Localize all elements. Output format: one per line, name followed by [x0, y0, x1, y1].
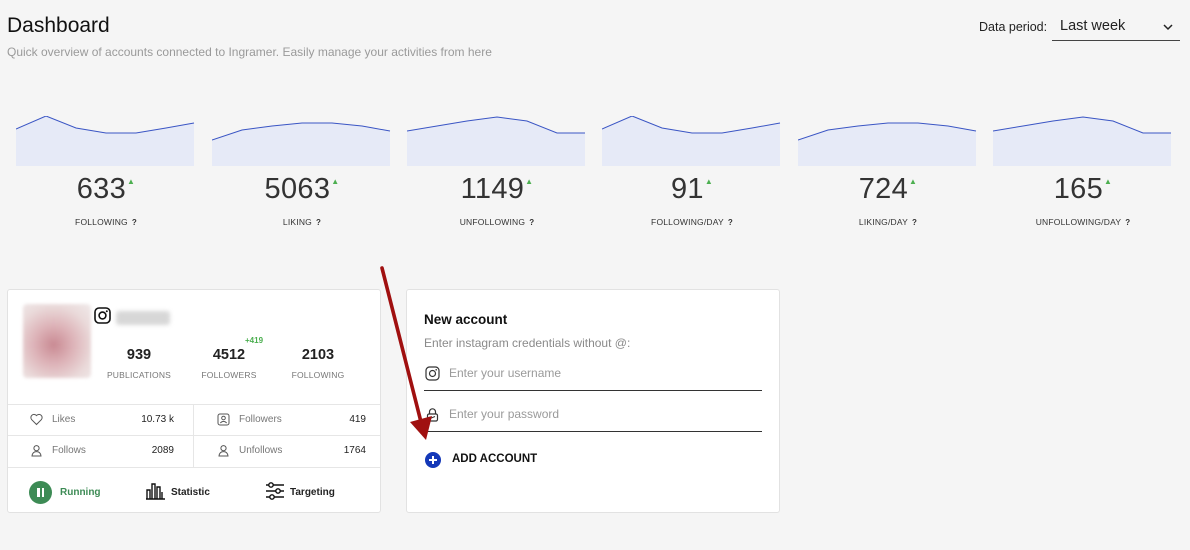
cell-value: 1764: [343, 445, 366, 456]
cell-value: 2089: [151, 445, 174, 456]
instagram-icon: [425, 366, 440, 381]
account-actions: Running Statistic Targeting: [8, 467, 380, 512]
stat-following: 633▲ FOLLOWING?: [16, 116, 196, 236]
unfollowing-day-sparkline: [993, 116, 1171, 166]
stat-cell-unfollows: Unfollows 1764: [194, 436, 380, 467]
cell-label: Likes: [52, 414, 76, 425]
cell-label: Follows: [52, 445, 86, 456]
stat-label: FOLLOWING?: [75, 217, 137, 227]
liking-day-sparkline: [798, 122, 977, 166]
stat-liking-day: 724▲ LIKING/DAY?: [798, 116, 978, 236]
stat-value: 724▲: [858, 173, 918, 205]
data-period-label: Data period:: [979, 20, 1048, 34]
data-period-select[interactable]: Last week: [1052, 14, 1180, 41]
password-field: [424, 402, 762, 432]
running-status[interactable]: Running: [60, 487, 101, 498]
trend-up-icon: ▲: [525, 177, 534, 186]
metric-value: 2103: [301, 347, 335, 363]
account-username-blurred: [116, 311, 170, 325]
stat-liking: 5063▲ LIKING?: [212, 116, 392, 236]
stat-label: UNFOLLOWING?: [459, 217, 535, 227]
lock-icon: [426, 408, 439, 422]
stat-label: LIKING/DAY?: [858, 217, 918, 227]
targeting-button[interactable]: Targeting: [290, 487, 335, 498]
cell-label: Followers: [239, 414, 282, 425]
sliders-icon[interactable]: [265, 481, 285, 501]
trend-up-icon: ▲: [1104, 177, 1113, 186]
following-day-sparkline: [602, 116, 781, 166]
trend-up-icon: ▲: [127, 177, 136, 186]
stats-row: Likes 10.73 k Followers 419: [8, 404, 380, 436]
new-account-subtitle: Enter instagram credentials without @:: [424, 336, 631, 350]
help-icon[interactable]: ?: [316, 218, 321, 227]
statistic-button[interactable]: Statistic: [171, 487, 210, 498]
help-icon[interactable]: ?: [529, 218, 534, 227]
plus-icon: [425, 452, 441, 468]
liking-sparkline: [212, 122, 391, 166]
stat-value: 633▲: [76, 173, 136, 205]
username-input[interactable]: [449, 362, 749, 384]
new-account-title: New account: [424, 312, 508, 327]
followers-delta: +419: [245, 336, 264, 345]
user-icon: [31, 445, 42, 457]
metric-label: PUBLICATIONS: [106, 370, 172, 380]
stat-unfollowing: 1149▲ UNFOLLOWING?: [407, 116, 587, 236]
trend-up-icon: ▲: [704, 177, 714, 186]
user-icon: [218, 445, 229, 457]
password-input[interactable]: [449, 403, 749, 425]
following-sparkline: [16, 116, 195, 166]
trend-up-icon: ▲: [331, 177, 340, 186]
stat-unfollowing-day: 165▲ UNFOLLOWING/DAY?: [993, 116, 1173, 236]
data-period-value: Last week: [1060, 18, 1126, 34]
cell-value: 10.73 k: [141, 414, 174, 425]
stat-value: 165▲: [1053, 173, 1113, 205]
stat-value: 91▲: [670, 173, 714, 205]
cell-label: Unfollows: [239, 445, 283, 456]
pause-icon[interactable]: [29, 481, 52, 504]
stat-cell-followers: Followers 419: [194, 405, 380, 436]
metric-label: FOLLOWERS: [201, 370, 257, 380]
account-card: 939 PUBLICATIONS +419 4512 FOLLOWERS 210…: [7, 289, 381, 513]
stat-value: 5063▲: [264, 173, 340, 205]
stat-cell-likes: Likes 10.73 k: [8, 405, 193, 436]
stat-value: 1149▲: [460, 173, 534, 205]
help-icon[interactable]: ?: [132, 218, 137, 227]
stat-label: FOLLOWING/DAY?: [651, 217, 733, 227]
stat-label: LIKING?: [282, 217, 322, 227]
metric-value: 939: [126, 347, 152, 363]
metric-publications: 939 PUBLICATIONS: [94, 347, 184, 380]
stats-row: Follows 2089 Unfollows 1764: [8, 435, 380, 467]
new-account-card: New account Enter instagram credentials …: [406, 289, 780, 513]
unfollowing-sparkline: [407, 116, 585, 166]
help-icon[interactable]: ?: [1125, 218, 1130, 227]
stat-label: UNFOLLOWING/DAY?: [1035, 217, 1131, 227]
stat-cell-follows: Follows 2089: [8, 436, 193, 467]
cell-value: 419: [349, 414, 366, 425]
page-title: Dashboard: [7, 14, 110, 37]
trend-up-icon: ▲: [909, 177, 918, 186]
help-icon[interactable]: ?: [912, 218, 917, 227]
metric-following: 2103 FOLLOWING: [273, 347, 363, 380]
stat-following-day: 91▲ FOLLOWING/DAY?: [602, 116, 782, 236]
chevron-down-icon: [1163, 24, 1173, 31]
page-subtitle: Quick overview of accounts connected to …: [7, 45, 492, 59]
metric-value: 4512: [212, 347, 246, 363]
instagram-icon: [94, 307, 111, 324]
metric-label: FOLLOWING: [291, 370, 345, 380]
help-icon[interactable]: ?: [728, 218, 733, 227]
metric-followers: 4512 FOLLOWERS: [184, 347, 274, 380]
add-account-label: ADD ACCOUNT: [452, 453, 538, 465]
followers-icon: [217, 413, 230, 426]
bar-chart-icon[interactable]: [146, 482, 165, 500]
heart-icon: [30, 413, 43, 426]
avatar[interactable]: [23, 304, 91, 378]
username-field: [424, 361, 762, 391]
